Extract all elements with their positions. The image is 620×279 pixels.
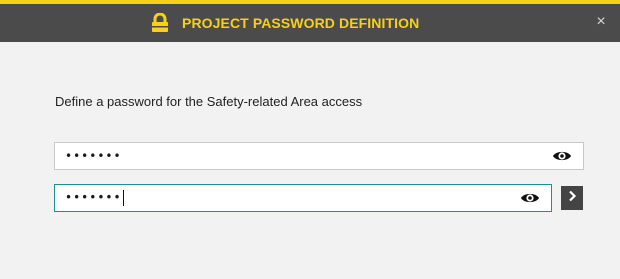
password-field[interactable]: •••••••	[54, 142, 584, 170]
confirm-password-value[interactable]: •••••••	[55, 190, 519, 206]
dialog-title: PROJECT PASSWORD DEFINITION	[182, 15, 420, 31]
title-group: PROJECT PASSWORD DEFINITION	[150, 4, 419, 42]
close-button[interactable]: ×	[592, 12, 610, 32]
eye-icon[interactable]	[551, 145, 573, 167]
chevron-right-icon[interactable]	[567, 189, 577, 207]
dialog-titlebar: PROJECT PASSWORD DEFINITION ×	[0, 4, 620, 42]
eye-icon[interactable]	[519, 187, 541, 209]
text-caret	[122, 190, 124, 206]
password-dialog: PROJECT PASSWORD DEFINITION × Define a p…	[0, 0, 620, 279]
lock-icon	[150, 12, 170, 33]
confirm-password-field[interactable]: •••••••	[54, 184, 552, 212]
close-icon[interactable]: ×	[596, 13, 605, 30]
submit-button[interactable]	[561, 186, 583, 210]
instruction-text: Define a password for the Safety-related…	[55, 94, 363, 109]
password-value[interactable]: •••••••	[55, 149, 551, 163]
